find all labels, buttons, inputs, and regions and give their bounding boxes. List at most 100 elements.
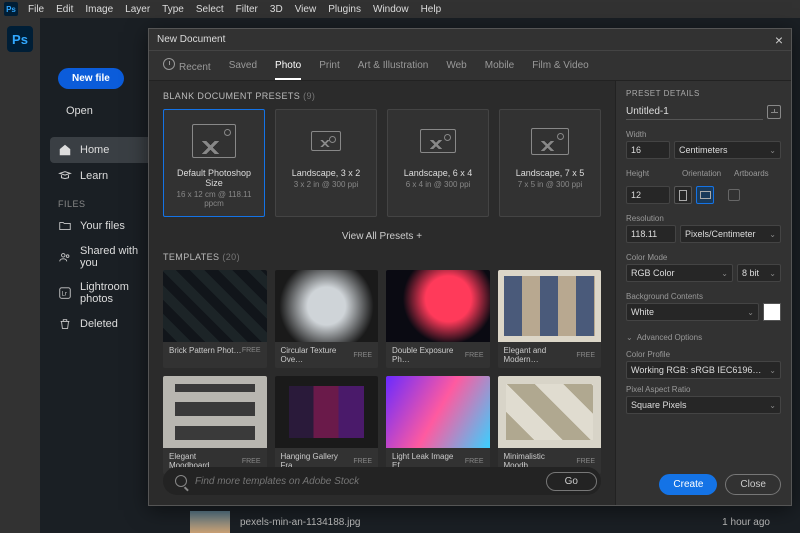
create-button[interactable]: Create [659,474,717,495]
color-mode-label: Color Mode [626,253,781,262]
units-select[interactable]: Centimeters⌄ [674,141,781,159]
dialog-title: New Document [157,34,225,45]
template-item[interactable]: Brick Pattern Phot…FREE [163,270,267,368]
tab-web[interactable]: Web [446,52,466,79]
menu-file[interactable]: File [22,2,50,17]
height-label: Height [626,169,670,178]
nav-learn[interactable]: Learn [50,163,160,189]
resolution-unit-select[interactable]: Pixels/Centimeter⌄ [680,225,781,243]
presets-header: BLANK DOCUMENT PRESETS (9) [163,91,601,101]
search-icon [175,475,187,487]
home-icon [58,143,72,157]
template-item[interactable]: Minimalistic Moodb…FREE [498,376,602,474]
menu-plugins[interactable]: Plugins [322,2,367,17]
background-label: Background Contents [626,292,781,301]
template-item[interactable]: Elegant Moodboard…FREE [163,376,267,474]
advanced-options-toggle[interactable]: ⌄ Advanced Options [626,333,781,342]
template-item[interactable]: Circular Texture Ove…FREE [275,270,379,368]
menu-select[interactable]: Select [190,2,230,17]
category-tabs: Recent Saved Photo Print Art & Illustrat… [149,51,791,81]
document-name-input[interactable] [626,104,763,120]
people-icon [58,250,72,264]
template-item[interactable]: Light Leak Image Ef…FREE [386,376,490,474]
templates-header: TEMPLATES (20) [163,252,601,262]
width-label: Width [626,130,781,139]
dialog-titlebar: New Document × [149,29,791,51]
new-document-dialog: New Document × Recent Saved Photo Print … [148,28,792,506]
nav-shared[interactable]: Shared with you [50,239,160,275]
width-input[interactable] [626,141,670,159]
template-item[interactable]: Double Exposure Ph…FREE [386,270,490,368]
tab-mobile[interactable]: Mobile [485,52,514,79]
recent-thumbnail [190,511,230,533]
nav-your-files[interactable]: Your files [50,213,160,239]
resolution-label: Resolution [626,214,781,223]
tab-film[interactable]: Film & Video [532,52,589,79]
app-rail: Ps [0,18,40,533]
artboards-label: Artboards [734,169,769,178]
preset-7x5[interactable]: Landscape, 7 x 5 7 x 5 in @ 300 ppi [499,109,601,217]
nav-lightroom[interactable]: Lr Lightroom photos [50,275,160,311]
stock-search-bar: Go [163,467,601,495]
pixel-aspect-label: Pixel Aspect Ratio [626,385,781,394]
color-mode-select[interactable]: RGB Color⌄ [626,264,733,282]
height-input[interactable] [626,186,670,204]
recent-file-time: 1 hour ago [722,517,770,528]
color-profile-label: Color Profile [626,350,781,359]
close-button[interactable]: Close [725,474,781,495]
bit-depth-select[interactable]: 8 bit⌄ [737,264,781,282]
lightroom-icon: Lr [58,286,72,300]
close-icon[interactable]: × [775,32,783,48]
resolution-input[interactable] [626,225,676,243]
preset-3x2[interactable]: Landscape, 3 x 2 3 x 2 in @ 300 ppi [275,109,377,217]
chevron-down-icon: ⌄ [626,333,633,342]
orientation-portrait-button[interactable] [674,186,692,204]
recent-file-name: pexels-min-an-1134188.jpg [240,517,360,528]
svg-text:Lr: Lr [62,291,67,298]
template-item[interactable]: Elegant and Modern…FREE [498,270,602,368]
tab-print[interactable]: Print [319,52,340,79]
go-button[interactable]: Go [546,472,597,491]
menu-image[interactable]: Image [79,2,119,17]
background-select[interactable]: White⌄ [626,303,759,321]
menu-3d[interactable]: 3D [264,2,289,17]
template-item[interactable]: Hanging Gallery Fra…FREE [275,376,379,474]
orientation-label: Orientation [682,169,722,178]
background-color-swatch[interactable] [763,303,781,321]
details-header: PRESET DETAILS [626,89,781,98]
menu-filter[interactable]: Filter [230,2,264,17]
color-profile-select[interactable]: Working RGB: sRGB IEC61966-2.1⌄ [626,361,781,379]
save-preset-icon[interactable] [767,105,781,119]
menu-type[interactable]: Type [156,2,190,17]
menu-edit[interactable]: Edit [50,2,79,17]
folder-icon [58,219,72,233]
menu-window[interactable]: Window [367,2,415,17]
recent-file-row[interactable]: pexels-min-an-1134188.jpg 1 hour ago [190,511,770,533]
artboards-checkbox[interactable] [728,189,740,201]
preset-default[interactable]: Default Photoshop Size 16 x 12 cm @ 118.… [163,109,265,217]
menu-help[interactable]: Help [415,2,448,17]
learn-icon [58,169,72,183]
files-label: FILES [50,189,160,213]
tab-photo[interactable]: Photo [275,52,301,79]
nav-deleted[interactable]: Deleted [50,311,160,337]
orientation-landscape-button[interactable] [696,186,714,204]
new-file-button[interactable]: New file [58,68,124,89]
tab-recent[interactable]: Recent [163,50,211,81]
tab-saved[interactable]: Saved [229,52,257,79]
pixel-aspect-select[interactable]: Square Pixels⌄ [626,396,781,414]
app-logo-icon: Ps [4,2,18,16]
nav-home[interactable]: Home [50,137,160,163]
preset-6x4[interactable]: Landscape, 6 x 4 6 x 4 in @ 300 ppi [387,109,489,217]
view-all-presets-link[interactable]: View All Presets + [163,231,601,242]
app-logo-icon[interactable]: Ps [7,26,33,52]
tab-art[interactable]: Art & Illustration [358,52,429,79]
presets-panel: BLANK DOCUMENT PRESETS (9) Default Photo… [149,81,615,505]
preset-details-panel: PRESET DETAILS Width Centimeters⌄ Height… [615,81,791,505]
trash-icon [58,317,72,331]
menu-view[interactable]: View [289,2,323,17]
open-link[interactable]: Open [58,99,160,123]
menu-layer[interactable]: Layer [119,2,156,17]
stock-search-input[interactable] [195,476,538,487]
history-icon [163,58,175,70]
